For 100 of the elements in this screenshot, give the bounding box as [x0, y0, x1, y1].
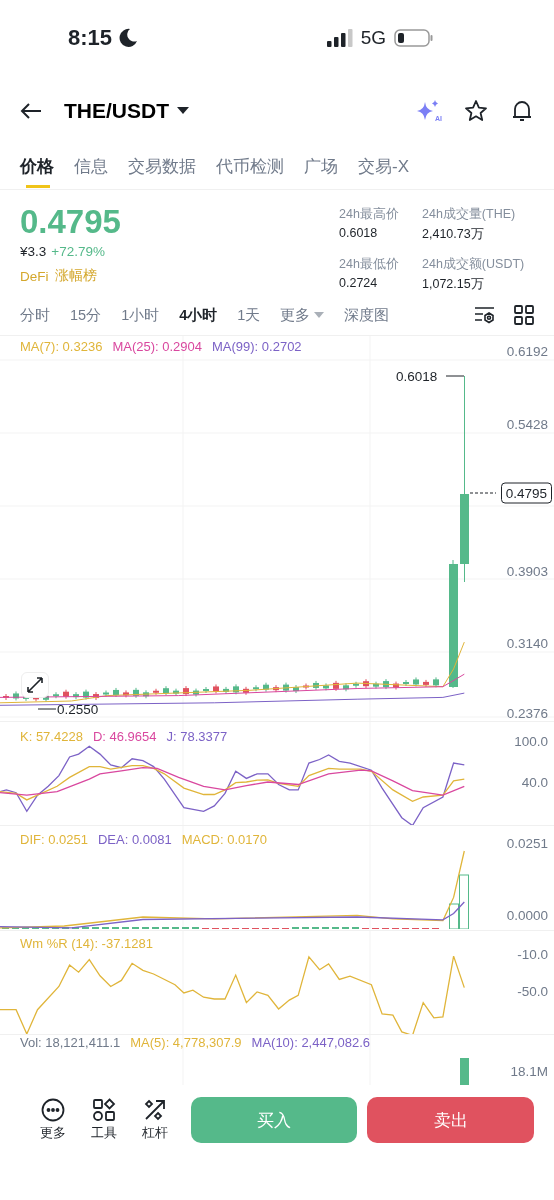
back-button[interactable]	[20, 102, 42, 120]
indicator-legend: MA(5): 4,778,307.9	[130, 1035, 242, 1050]
category-tag[interactable]: 涨幅榜	[54, 267, 97, 285]
candle	[363, 678, 369, 689]
moon-icon	[118, 27, 139, 48]
interval-tab[interactable]: 15分	[70, 305, 102, 325]
candle	[93, 691, 99, 701]
more-icon	[41, 1098, 66, 1122]
candle	[213, 683, 219, 694]
interval-tab[interactable]: 4小时	[179, 305, 218, 325]
candle	[203, 686, 209, 694]
axis-label: 0.0000	[506, 907, 548, 923]
interval-tab[interactable]: 1天	[237, 305, 261, 325]
candle	[53, 691, 59, 699]
candle	[113, 687, 119, 698]
candle	[393, 681, 399, 691]
candle	[293, 684, 299, 694]
indicator-legend: MA(99): 0.2702	[212, 339, 302, 354]
candle	[3, 693, 9, 701]
buy-button[interactable]: 买入	[190, 1097, 358, 1143]
interval-tab[interactable]: 1小时	[121, 305, 160, 325]
last-price-tag: 0.4795	[500, 482, 552, 504]
candle	[243, 686, 249, 696]
indicator-legend: K: 57.4228	[20, 729, 83, 744]
candle	[353, 681, 359, 689]
axis-label: 0.5428	[506, 416, 548, 432]
stat-label: 24h最低价	[339, 255, 400, 273]
interval-tab[interactable]: 深度图	[344, 305, 390, 325]
tab[interactable]: 信息	[74, 146, 108, 188]
candle	[403, 679, 409, 687]
toolbar-action[interactable]: 杠杆	[129, 1098, 181, 1142]
tab[interactable]: 价格	[20, 146, 54, 188]
star-icon[interactable]	[464, 99, 488, 123]
candle	[423, 679, 429, 688]
indicator-legend: Wm %R (14): -37.1281	[20, 936, 153, 951]
candle	[313, 680, 319, 691]
candle	[143, 689, 149, 699]
tab[interactable]: 广场	[304, 146, 338, 188]
tab[interactable]: 交易数据	[128, 146, 196, 188]
volume-bar	[460, 1058, 469, 1085]
signal-icon	[326, 28, 353, 47]
stat-label: 24h成交额(USDT)	[422, 255, 526, 273]
tab[interactable]: 代币检测	[216, 146, 284, 188]
grid-icon[interactable]	[514, 305, 534, 325]
leader-line	[445, 375, 465, 377]
high-price-label: 0.6018	[396, 368, 438, 384]
stat-value: 2,410.73万	[422, 226, 485, 243]
axis-label: -10.0	[517, 946, 548, 962]
indicator-legend: DEA: 0.0081	[97, 832, 172, 847]
status-time: 8:15	[68, 24, 113, 51]
candle	[263, 682, 269, 693]
toolbar-action[interactable]: 更多	[28, 1098, 79, 1142]
bell-icon[interactable]	[510, 99, 534, 123]
candle	[253, 684, 259, 692]
candle	[153, 688, 159, 696]
axis-label: 0.6192	[506, 343, 548, 359]
indicator-legend: D: 46.9654	[92, 729, 157, 744]
sell-button[interactable]: 卖出	[367, 1097, 534, 1143]
pair-selector[interactable]: THE/USDT	[64, 99, 189, 123]
indicator-legend: J: 78.3377	[166, 729, 228, 744]
candle	[413, 676, 419, 687]
last-price: 0.4795	[20, 204, 121, 240]
expand-arrows-icon	[26, 676, 44, 694]
network-label: 5G	[360, 26, 386, 49]
grid-shapes-icon	[92, 1098, 117, 1122]
candle	[63, 689, 69, 700]
axis-label: 0.0251	[506, 835, 548, 851]
price-change: +72.79%	[51, 244, 105, 259]
stat-value: 0.2724	[339, 275, 379, 290]
candle	[163, 685, 169, 696]
stat-label: 24h成交量(THE)	[422, 206, 517, 223]
caret-icon	[314, 312, 325, 318]
interval-tab[interactable]: 更多	[280, 305, 325, 325]
expand-button[interactable]	[21, 672, 49, 698]
cny-price: ¥3.3	[20, 244, 47, 259]
indicator-legend: MA(10): 2,447,082.6	[251, 1035, 371, 1050]
candle	[273, 684, 279, 693]
candle	[323, 682, 329, 691]
leader-line	[37, 708, 57, 710]
tab[interactable]: 交易-X	[358, 146, 409, 188]
candle	[83, 689, 89, 701]
indicator-legend: MA(7): 0.3236	[20, 339, 103, 354]
indicator-settings-icon[interactable]	[474, 305, 496, 325]
low-price-label: 0.2550	[57, 701, 99, 717]
indicator-legend: DIF: 0.0251	[20, 832, 88, 847]
axis-label: -50.0	[517, 983, 548, 999]
indicator-legend: MA(25): 0.2904	[112, 339, 202, 354]
indicator-legend: Vol: 18,121,411.1	[20, 1035, 121, 1050]
axis-label: 0.3140	[506, 635, 548, 651]
stat-value: 0.6018	[339, 226, 379, 240]
interval-tab[interactable]: 分时	[20, 305, 50, 325]
axis-label: 18.1M	[510, 1063, 548, 1079]
candle	[183, 685, 189, 697]
toolbar-action[interactable]: 工具	[78, 1098, 130, 1142]
battery-icon	[394, 27, 434, 48]
candle	[303, 683, 309, 690]
caret-icon	[177, 107, 189, 115]
candle	[233, 683, 239, 695]
axis-label: 0.2376	[506, 705, 548, 721]
axis-label: 40.0	[521, 774, 548, 790]
